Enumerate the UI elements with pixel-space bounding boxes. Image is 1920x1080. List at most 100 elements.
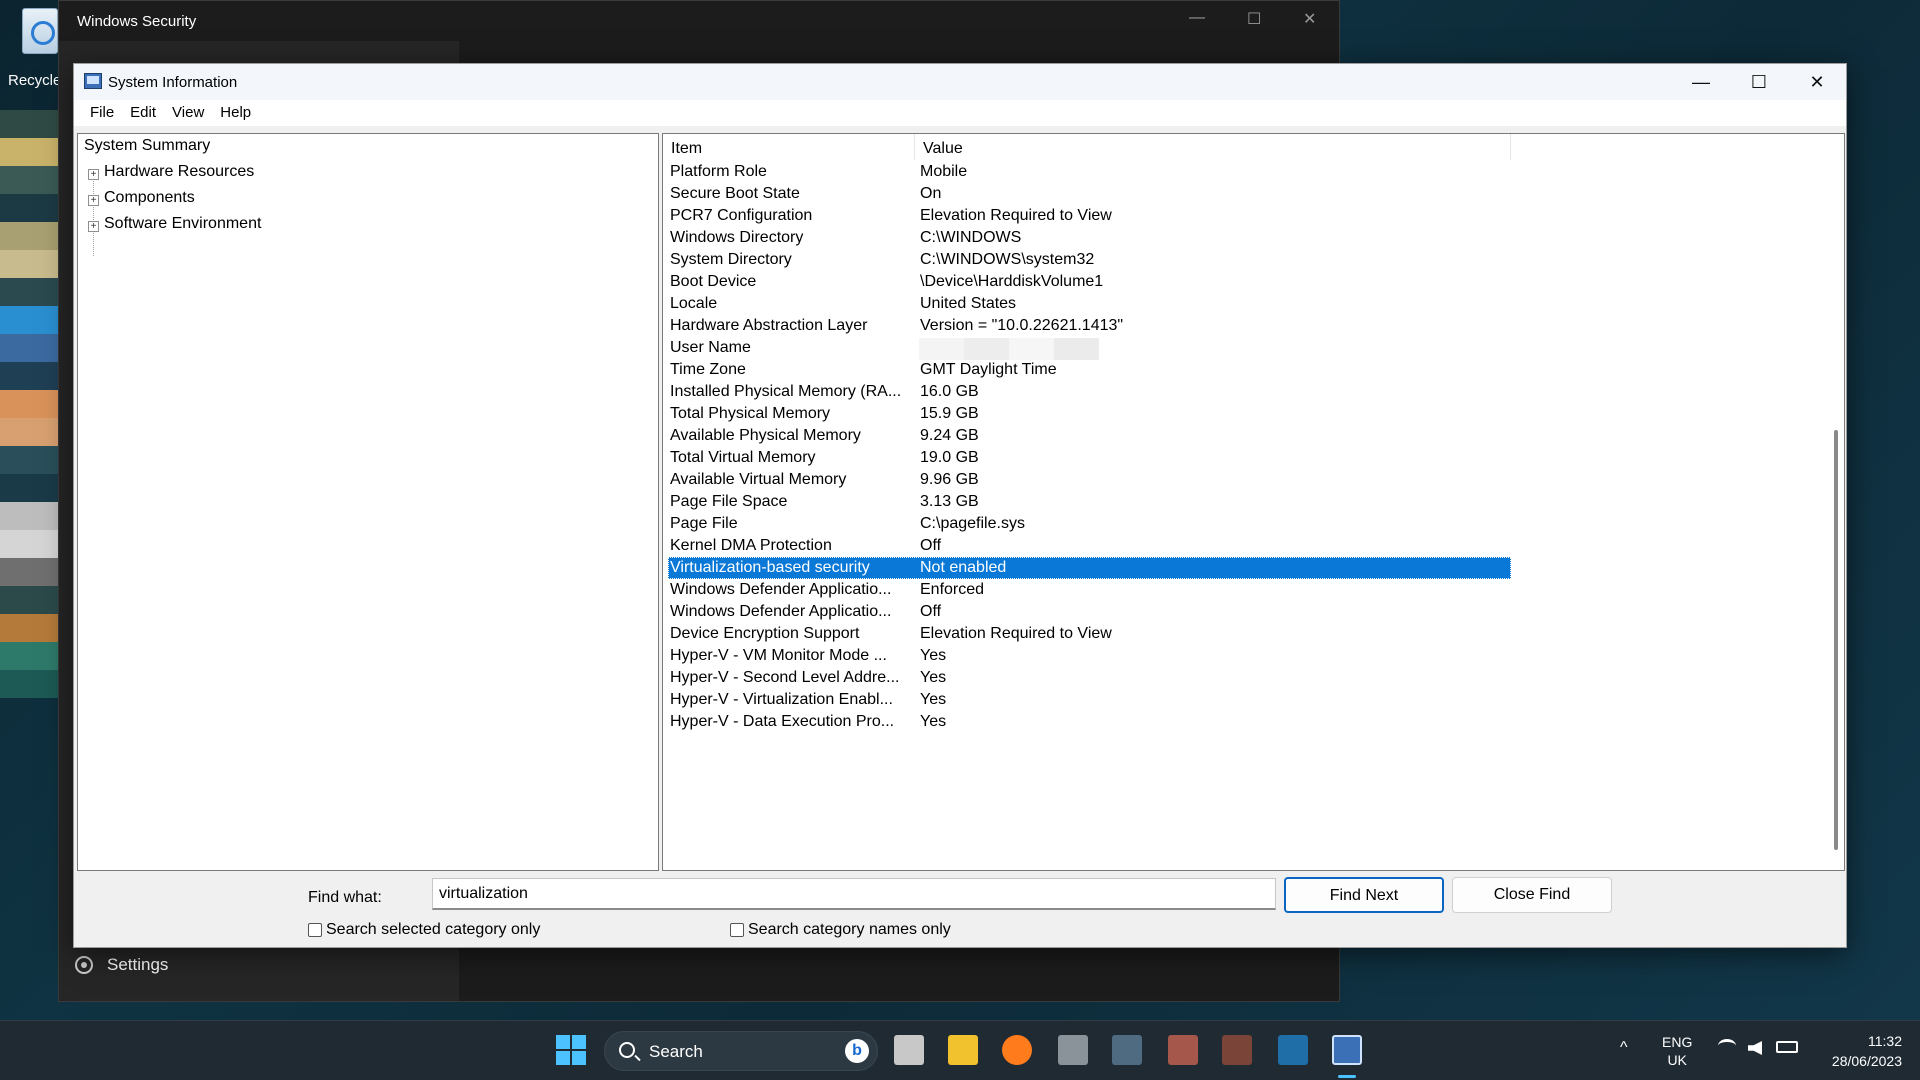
tree-item-components[interactable]: Components [104, 189, 195, 207]
desktop-pixel-block [0, 278, 60, 306]
table-row[interactable]: Windows Directory C:\WINDOWS [668, 227, 1511, 249]
tree-item-hardware-resources[interactable]: Hardware Resources [104, 163, 254, 181]
scrollbar-thumb[interactable] [1834, 430, 1838, 850]
category-tree[interactable]: System Summary + Hardware Resources + Co… [77, 133, 659, 871]
table-row[interactable]: Secure Boot State On [668, 183, 1511, 205]
table-row[interactable]: Total Virtual Memory 19.0 GB [668, 447, 1511, 469]
table-row[interactable]: Hyper-V - Second Level Addre... Yes [668, 667, 1511, 689]
taskbar-search[interactable]: Search b [604, 1031, 878, 1071]
table-row[interactable]: Locale United States [668, 293, 1511, 315]
table-row[interactable]: Total Physical Memory 15.9 GB [668, 403, 1511, 425]
table-row[interactable]: Windows Defender Applicatio... Enforced [668, 579, 1511, 601]
desktop-pixel-block [0, 250, 60, 278]
expand-icon[interactable]: + [88, 195, 99, 206]
start-button[interactable] [556, 1035, 586, 1065]
search-category-names-checkbox[interactable]: Search category names only [730, 921, 951, 939]
row-item: Secure Boot State [670, 185, 800, 202]
menu-file[interactable]: File [82, 100, 122, 126]
row-item: User Name [670, 339, 751, 356]
table-row[interactable]: Page File C:\pagefile.sys [668, 513, 1511, 535]
row-value: Elevation Required to View [920, 207, 1112, 224]
row-item: Windows Defender Applicatio... [670, 581, 892, 598]
chevron-up-icon[interactable]: ^ [1620, 1039, 1628, 1057]
taskbar-app-icon[interactable] [1168, 1035, 1198, 1065]
close-find-button[interactable]: Close Find [1452, 877, 1612, 913]
table-row[interactable]: Installed Physical Memory (RA... 16.0 GB [668, 381, 1511, 403]
settings-nav-item[interactable]: Settings [75, 955, 168, 975]
table-row[interactable]: Hyper-V - VM Monitor Mode ... Yes [668, 645, 1511, 667]
table-row[interactable]: System Directory C:\WINDOWS\system32 [668, 249, 1511, 271]
row-value: C:\WINDOWS [920, 229, 1022, 246]
clock[interactable]: 11:32 28/06/2023 [1812, 1031, 1902, 1071]
language-indicator[interactable]: ENG UK [1662, 1033, 1692, 1069]
find-next-button[interactable]: Find Next [1284, 877, 1444, 913]
tree-item-system-summary[interactable]: System Summary [84, 137, 210, 155]
row-item: Kernel DMA Protection [670, 537, 832, 554]
taskbar-app-icon[interactable] [1222, 1035, 1252, 1065]
taskbar-app-icon[interactable] [1278, 1035, 1308, 1065]
desktop-pixel-block [0, 390, 60, 418]
table-row[interactable]: Hardware Abstraction Layer Version = "10.… [668, 315, 1511, 337]
table-row[interactable]: Hyper-V - Virtualization Enabl... Yes [668, 689, 1511, 711]
table-row[interactable]: Boot Device \Device\HarddiskVolume1 [668, 271, 1511, 293]
expand-icon[interactable]: + [88, 169, 99, 180]
recycle-bin-icon [22, 8, 58, 54]
row-item: Total Virtual Memory [670, 449, 816, 466]
volume-icon[interactable] [1748, 1041, 1762, 1055]
checkbox-box[interactable] [730, 923, 744, 937]
close-icon[interactable]: ✕ [1303, 9, 1316, 29]
close-button[interactable]: ✕ [1794, 68, 1840, 96]
menu-edit[interactable]: Edit [122, 100, 164, 126]
bing-icon[interactable]: b [845, 1039, 869, 1063]
find-what-input[interactable] [432, 878, 1276, 910]
row-item: Windows Defender Applicatio... [670, 603, 892, 620]
taskbar-app-icon[interactable] [1058, 1035, 1088, 1065]
column-header-value[interactable]: Value [915, 134, 1511, 160]
table-row[interactable]: Hyper-V - Data Execution Pro... Yes [668, 711, 1511, 733]
details-list[interactable]: Item Value Platform Role Mobile Secure Boo… [662, 133, 1845, 871]
table-row[interactable]: Platform Role Mobile [668, 161, 1511, 183]
row-item: Virtualization-based security [670, 559, 870, 576]
table-row[interactable]: Page File Space 3.13 GB [668, 491, 1511, 513]
menu-help[interactable]: Help [212, 100, 259, 126]
table-row[interactable]: User Name [668, 337, 1511, 360]
maximize-icon[interactable]: ☐ [1247, 9, 1261, 29]
battery-icon[interactable] [1776, 1041, 1798, 1053]
recycle-bin[interactable]: Recycle [0, 0, 61, 100]
table-row[interactable]: Windows Defender Applicatio... Off [668, 601, 1511, 623]
table-row[interactable]: Device Encryption Support Elevation Requi… [668, 623, 1511, 645]
desktop-pixel-block [0, 334, 60, 362]
search-selected-category-checkbox[interactable]: Search selected category only [308, 921, 540, 939]
table-row[interactable]: Time Zone GMT Daylight Time [668, 359, 1511, 381]
search-icon [619, 1042, 635, 1058]
table-row[interactable]: Kernel DMA Protection Off [668, 535, 1511, 557]
menu-view[interactable]: View [164, 100, 212, 126]
taskbar-app-icon[interactable] [1112, 1035, 1142, 1065]
window-title: System Information [108, 74, 238, 91]
table-row[interactable]: Virtualization-based security Not enabled [668, 557, 1511, 579]
desktop-pixel-block [0, 418, 60, 446]
checkbox-box[interactable] [308, 923, 322, 937]
menu-bar: File Edit View Help [74, 100, 1846, 126]
table-row[interactable]: Available Virtual Memory 9.96 GB [668, 469, 1511, 491]
row-value: Mobile [920, 163, 968, 180]
system-information-window[interactable]: System Information — ☐ ✕ File Edit View … [73, 63, 1847, 948]
title-bar[interactable]: System Information — ☐ ✕ [74, 64, 1846, 100]
vertical-scrollbar[interactable] [1827, 134, 1844, 870]
maximize-button[interactable]: ☐ [1736, 68, 1782, 96]
desktop-pixel-block [0, 670, 60, 698]
row-value: Yes [920, 669, 947, 686]
column-header-item[interactable]: Item [663, 134, 915, 160]
wifi-icon[interactable] [1718, 1039, 1736, 1053]
expand-icon[interactable]: + [88, 221, 99, 232]
minimize-icon[interactable]: — [1189, 9, 1205, 27]
minimize-button[interactable]: — [1678, 68, 1724, 96]
table-row[interactable]: Available Physical Memory 9.24 GB [668, 425, 1511, 447]
firefox-icon[interactable] [1002, 1035, 1032, 1065]
file-explorer-icon[interactable] [948, 1035, 978, 1065]
row-value: Yes [920, 713, 947, 730]
tree-item-software-environment[interactable]: Software Environment [104, 215, 261, 233]
system-information-taskbar-icon[interactable] [1332, 1035, 1362, 1065]
task-view-icon[interactable] [894, 1035, 924, 1065]
table-row[interactable]: PCR7 Configuration Elevation Required to … [668, 205, 1511, 227]
